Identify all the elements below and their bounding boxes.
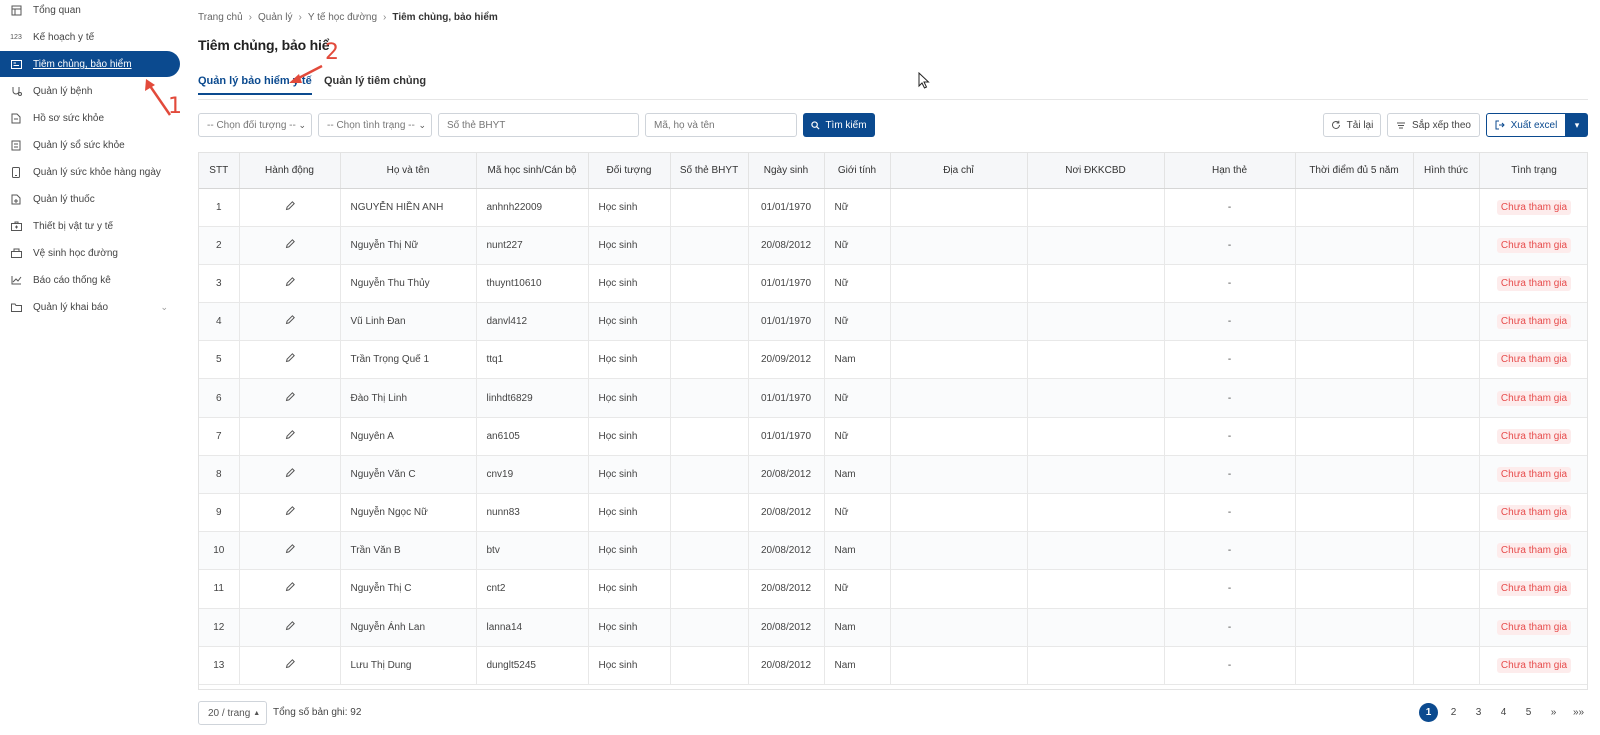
app-root: Tổng quan 123 Kế hoạch y tế Tiêm chủng, bảo…	[0, 0, 1600, 735]
annotation-number-2: 2	[325, 40, 339, 65]
mouse-cursor-icon	[918, 72, 930, 89]
annotation-arrow-1	[146, 82, 172, 116]
annotation-number-1: 1	[168, 94, 182, 119]
annotation-arrows	[145, 64, 323, 116]
annotation-arrowhead-2	[289, 74, 302, 83]
